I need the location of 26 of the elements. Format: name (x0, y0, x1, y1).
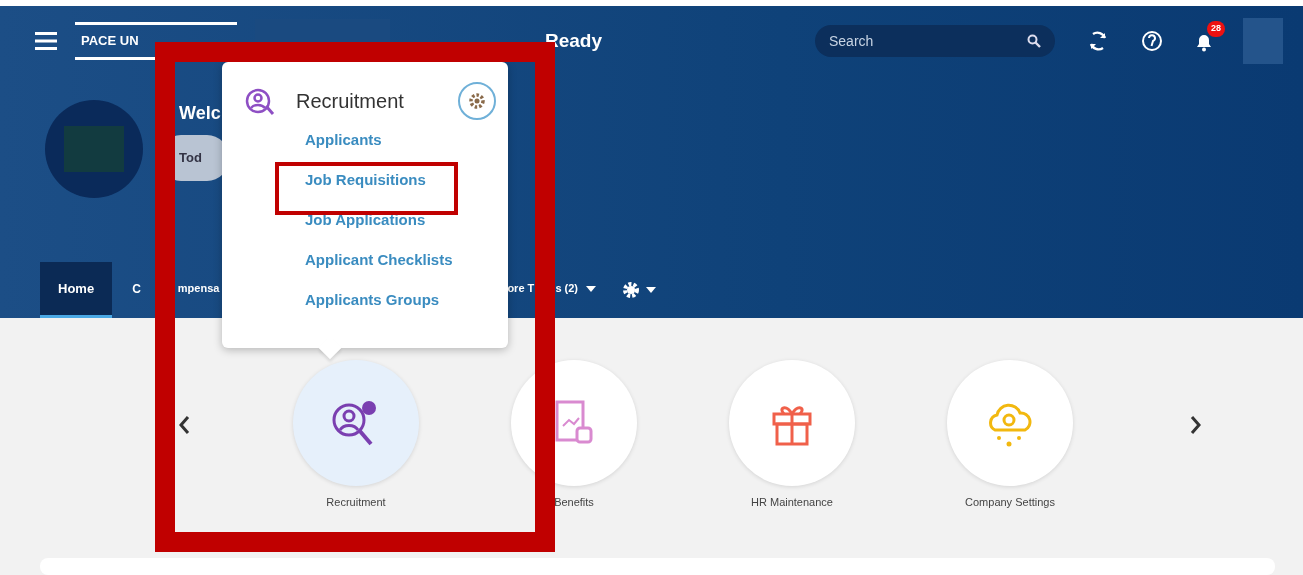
module-label: Benefits (554, 495, 594, 510)
notification-count: 28 (1207, 21, 1225, 37)
menu-link[interactable]: Applicants (305, 120, 508, 160)
caret-icon[interactable] (646, 287, 656, 293)
module-label: HR Maintenance (751, 495, 833, 510)
popup-title: Recruitment (296, 89, 404, 114)
search-icon[interactable] (1027, 34, 1041, 48)
settings-icon[interactable] (620, 279, 642, 301)
menu-link[interactable]: Applicant Checklists (305, 240, 508, 280)
help-icon[interactable] (1141, 30, 1163, 52)
tab[interactable]: C mpensa (112, 262, 220, 318)
sync-icon[interactable] (1087, 30, 1109, 52)
gear-icon (467, 91, 487, 111)
menu-link[interactable]: Applicants Groups (305, 280, 508, 320)
welcome-heading: Welc (179, 102, 222, 125)
search-field[interactable]: Search (815, 25, 1055, 57)
module-label: Company Settings (965, 495, 1055, 510)
recruitment-icon (244, 86, 276, 116)
settings-button[interactable] (458, 82, 496, 120)
caret-icon (586, 285, 596, 292)
menu-link[interactable]: Job Applications (305, 200, 508, 240)
menu-icon[interactable] (35, 32, 57, 50)
tab[interactable]: Home (40, 262, 113, 318)
menu-link[interactable]: Job Requisitions (305, 160, 508, 200)
module-label: Recruitment (326, 495, 386, 510)
logo[interactable]: PACE UN (75, 22, 237, 60)
